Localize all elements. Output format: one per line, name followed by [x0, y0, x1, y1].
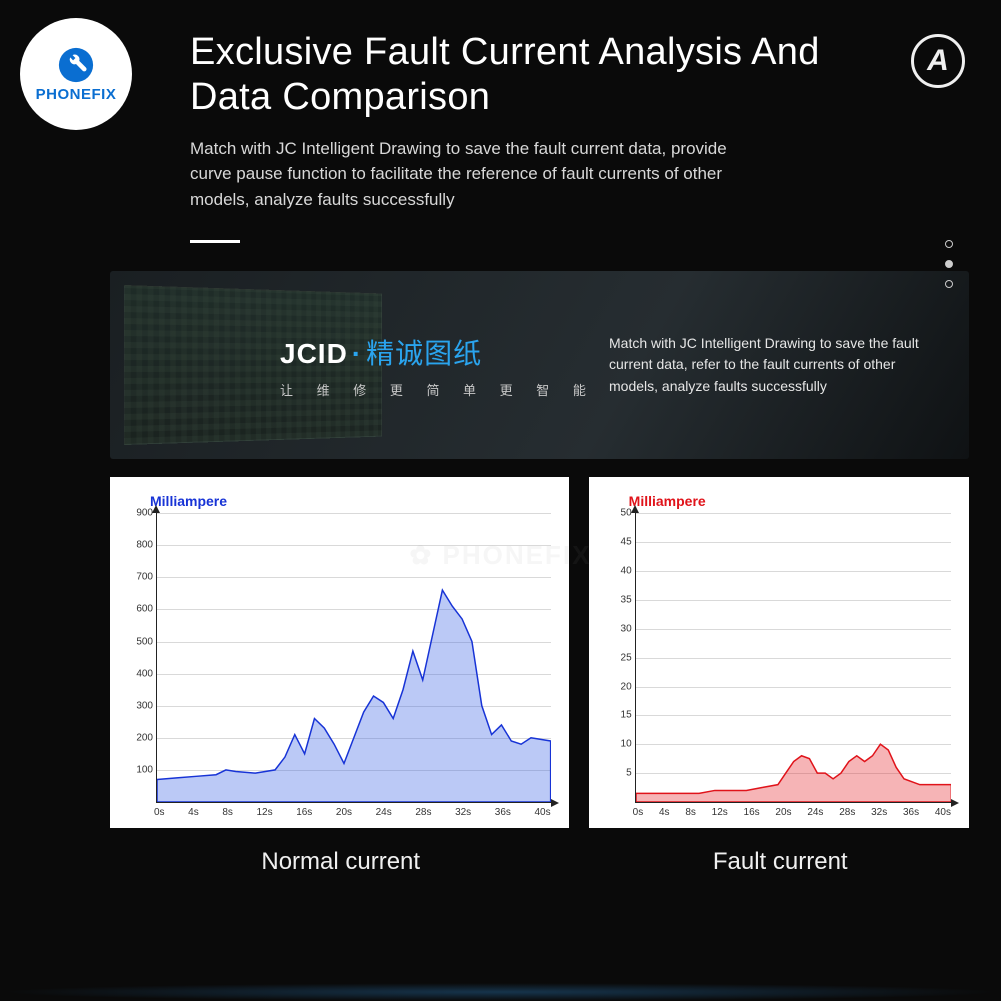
x-tick-label: 40s — [535, 807, 551, 818]
x-tick-label: 12s — [712, 807, 728, 818]
caption-row: Normal current Fault current — [110, 828, 969, 900]
jcid-description: Match with JC Intelligent Drawing to sav… — [609, 333, 939, 398]
y-tick-label: 15 — [604, 710, 632, 721]
plot-area-normal: 100200300400500600700800900 — [156, 513, 551, 803]
dot-icon — [945, 280, 953, 288]
jcid-brand-block: JCID·精诚图纸 让 维 修 更 简 单 更 智 能 — [280, 332, 596, 399]
chart-area-path — [636, 513, 951, 802]
footer-glow — [0, 983, 1001, 1001]
wrench-icon — [57, 46, 95, 84]
side-indicator-dots — [945, 240, 953, 288]
jcid-zh: 精诚图纸 — [366, 338, 482, 369]
caption-normal: Normal current — [110, 828, 571, 900]
x-tick-label: 0s — [154, 807, 165, 818]
x-tick-label: 16s — [744, 807, 760, 818]
x-tick-label: 4s — [188, 807, 199, 818]
arrow-up-icon — [631, 505, 639, 513]
charts-row: Milliampere 100200300400500600700800900 … — [110, 477, 969, 828]
underline-accent — [190, 240, 240, 243]
x-axis-ticks: 0s 4s 8s 12s 16s 20s 24s 28s 32s 36s 40s — [633, 807, 951, 818]
y-tick-label: 10 — [604, 739, 632, 750]
x-tick-label: 24s — [376, 807, 392, 818]
x-tick-label: 36s — [903, 807, 919, 818]
arrow-up-icon — [152, 505, 160, 513]
x-tick-label: 16s — [296, 807, 312, 818]
jcid-panel: JCID·精诚图纸 让 维 修 更 简 单 更 智 能 Match with J… — [110, 271, 969, 459]
logo-text: PHONEFIX — [36, 86, 117, 103]
fault-current-chart: Milliampere 5101520253035404550 0s4s8s12… — [589, 477, 969, 828]
x-tick-label: 12s — [256, 807, 272, 818]
chart-area-path — [157, 513, 551, 802]
plot-area-fault: 5101520253035404550 — [635, 513, 951, 803]
y-tick-label: 50 — [604, 508, 632, 519]
x-tick-label: 32s — [871, 807, 887, 818]
x-tick-label: 4s — [659, 807, 670, 818]
arrow-right-icon — [951, 799, 959, 807]
y-axis-label: Milliampere — [150, 493, 555, 509]
y-tick-label: 400 — [125, 668, 153, 679]
y-tick-label: 30 — [604, 623, 632, 634]
arrow-right-icon — [551, 799, 559, 807]
y-tick-label: 700 — [125, 572, 153, 583]
x-tick-label: 8s — [222, 807, 233, 818]
page-subtitle: Match with JC Intelligent Drawing to sav… — [190, 136, 750, 213]
x-tick-label: 8s — [685, 807, 696, 818]
y-tick-label: 35 — [604, 594, 632, 605]
y-axis-label: Milliampere — [629, 493, 955, 509]
y-tick-label: 600 — [125, 604, 153, 615]
jcid-brand: JCID — [280, 338, 348, 369]
y-tick-label: 500 — [125, 636, 153, 647]
x-tick-label: 28s — [839, 807, 855, 818]
x-tick-label: 24s — [807, 807, 823, 818]
caption-fault: Fault current — [591, 828, 969, 900]
y-tick-label: 45 — [604, 537, 632, 548]
normal-current-chart: Milliampere 100200300400500600700800900 … — [110, 477, 569, 828]
x-axis-ticks: 0s 4s 8s 12s 16s 20s 24s 28s 32s 36s 40s — [154, 807, 551, 818]
x-tick-label: 20s — [336, 807, 352, 818]
y-tick-label: 100 — [125, 765, 153, 776]
a-badge: A — [911, 34, 965, 88]
y-tick-label: 300 — [125, 700, 153, 711]
hero: Exclusive Fault Current Analysis And Dat… — [0, 0, 1001, 243]
x-tick-label: 36s — [495, 807, 511, 818]
x-tick-label: 32s — [455, 807, 471, 818]
y-tick-label: 800 — [125, 540, 153, 551]
page-title: Exclusive Fault Current Analysis And Dat… — [190, 30, 881, 120]
y-tick-label: 200 — [125, 732, 153, 743]
x-tick-label: 20s — [775, 807, 791, 818]
y-tick-label: 40 — [604, 565, 632, 576]
y-tick-label: 20 — [604, 681, 632, 692]
y-tick-label: 5 — [604, 768, 632, 779]
y-tick-label: 900 — [125, 508, 153, 519]
x-tick-label: 0s — [633, 807, 644, 818]
phonefix-logo: PHONEFIX — [20, 18, 132, 130]
dot-icon — [945, 260, 953, 268]
y-tick-label: 25 — [604, 652, 632, 663]
dot-icon — [945, 240, 953, 248]
jcid-separator: · — [352, 338, 362, 369]
x-tick-label: 28s — [415, 807, 431, 818]
jcid-tagline: 让 维 修 更 简 单 更 智 能 — [280, 380, 596, 399]
x-tick-label: 40s — [935, 807, 951, 818]
